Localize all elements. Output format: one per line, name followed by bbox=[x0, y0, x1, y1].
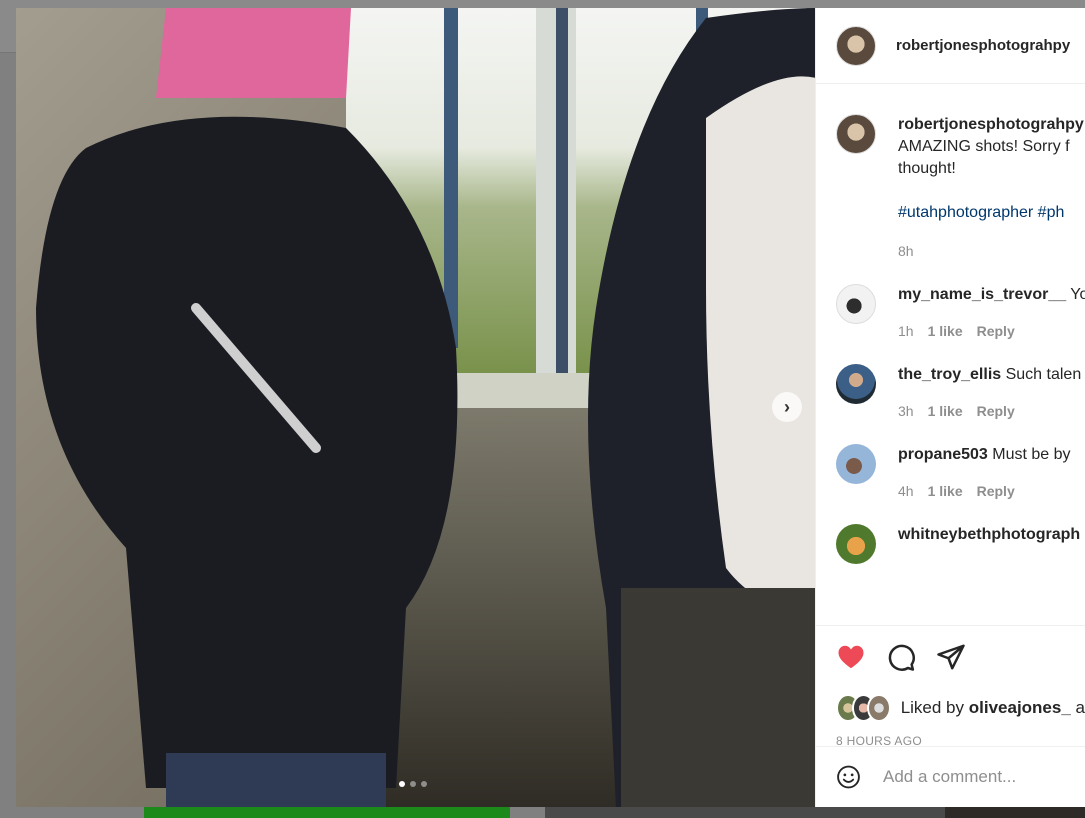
add-comment-bar bbox=[816, 746, 1085, 807]
comment-username[interactable]: whitneybethphotograph bbox=[898, 526, 1080, 543]
heart-icon[interactable] bbox=[836, 642, 866, 672]
list-item: whitneybethphotograph bbox=[836, 524, 1085, 564]
backdrop-feed-item bbox=[945, 806, 1085, 818]
post-timestamp: 8 HOURS AGO bbox=[836, 734, 922, 748]
post-photo[interactable]: › bbox=[16, 8, 815, 807]
comment-icon[interactable] bbox=[886, 642, 916, 672]
share-icon[interactable] bbox=[936, 642, 966, 672]
owner-username[interactable]: robertjonesphotograhpy bbox=[896, 37, 1070, 54]
comment-username[interactable]: propane503 bbox=[898, 446, 988, 463]
backdrop-feed-item bbox=[545, 806, 945, 818]
post-sidebar: robertjonesphotograhpy robertjonesphotog… bbox=[815, 8, 1085, 807]
reply-button[interactable]: Reply bbox=[977, 480, 1015, 502]
liked-by-prefix: Liked by bbox=[900, 698, 965, 717]
owner-avatar[interactable] bbox=[836, 25, 876, 66]
liker-avatar bbox=[867, 694, 891, 722]
comment-avatar[interactable] bbox=[836, 364, 876, 404]
reply-button[interactable]: Reply bbox=[977, 320, 1015, 342]
post-modal: › robertjonesphotograhpy robertjonesphot… bbox=[16, 8, 1085, 807]
backdrop-feed-item bbox=[144, 806, 510, 818]
comment-likes[interactable]: 1 like bbox=[928, 400, 963, 422]
comment-text: Must be by bbox=[992, 446, 1071, 463]
comment-text: Yo bbox=[1070, 286, 1085, 303]
carousel-dot bbox=[399, 781, 405, 787]
carousel-dot bbox=[421, 781, 427, 787]
comment-time: 4h bbox=[898, 483, 914, 499]
caption-avatar[interactable] bbox=[836, 114, 876, 154]
caption-time: 8h bbox=[898, 243, 914, 259]
post-header: robertjonesphotograhpy bbox=[816, 8, 1085, 84]
list-item: my_name_is_trevor__ Yo 1h 1 like Reply bbox=[836, 284, 1085, 342]
next-photo-button[interactable]: › bbox=[772, 392, 802, 422]
comment-input[interactable] bbox=[881, 766, 1085, 788]
post-actions: Liked by oliveajones_ a 8 HOURS AGO bbox=[816, 625, 1085, 748]
caption-text: AMAZING shots! Sorry f bbox=[898, 138, 1070, 155]
chevron-right-icon: › bbox=[784, 396, 790, 417]
comment-username[interactable]: the_troy_ellis bbox=[898, 366, 1001, 383]
carousel-dot bbox=[410, 781, 416, 787]
comment-likes[interactable]: 1 like bbox=[928, 480, 963, 502]
liked-by-user[interactable]: oliveajones_ bbox=[969, 698, 1071, 717]
comment-avatar[interactable] bbox=[836, 444, 876, 484]
carousel-indicator bbox=[399, 781, 427, 787]
comment-text: Such talen bbox=[1005, 366, 1082, 383]
emoji-icon[interactable] bbox=[836, 762, 861, 792]
comment-time: 1h bbox=[898, 323, 914, 339]
caption-username[interactable]: robertjonesphotograhpy bbox=[898, 116, 1084, 133]
caption-hashtags[interactable]: #utahphotographer #ph bbox=[898, 202, 1085, 224]
list-item: propane503 Must be by 4h 1 like Reply bbox=[836, 444, 1085, 502]
comment-likes[interactable]: 1 like bbox=[928, 320, 963, 342]
reply-button[interactable]: Reply bbox=[977, 400, 1015, 422]
comment-username[interactable]: my_name_is_trevor__ bbox=[898, 286, 1066, 303]
comment-time: 3h bbox=[898, 403, 914, 419]
comments-list[interactable]: robertjonesphotograhpy AMAZING shots! So… bbox=[816, 84, 1085, 625]
list-item: the_troy_ellis Such talen 3h 1 like Repl… bbox=[836, 364, 1085, 422]
comment-avatar[interactable] bbox=[836, 284, 876, 324]
comment-avatar[interactable] bbox=[836, 524, 876, 564]
likes-summary[interactable]: Liked by oliveajones_ a bbox=[836, 694, 1085, 722]
caption-text-continued: thought! bbox=[898, 160, 956, 177]
liked-by-suffix: a bbox=[1075, 698, 1085, 717]
photo-image bbox=[16, 8, 815, 807]
caption: robertjonesphotograhpy AMAZING shots! So… bbox=[836, 114, 1085, 262]
